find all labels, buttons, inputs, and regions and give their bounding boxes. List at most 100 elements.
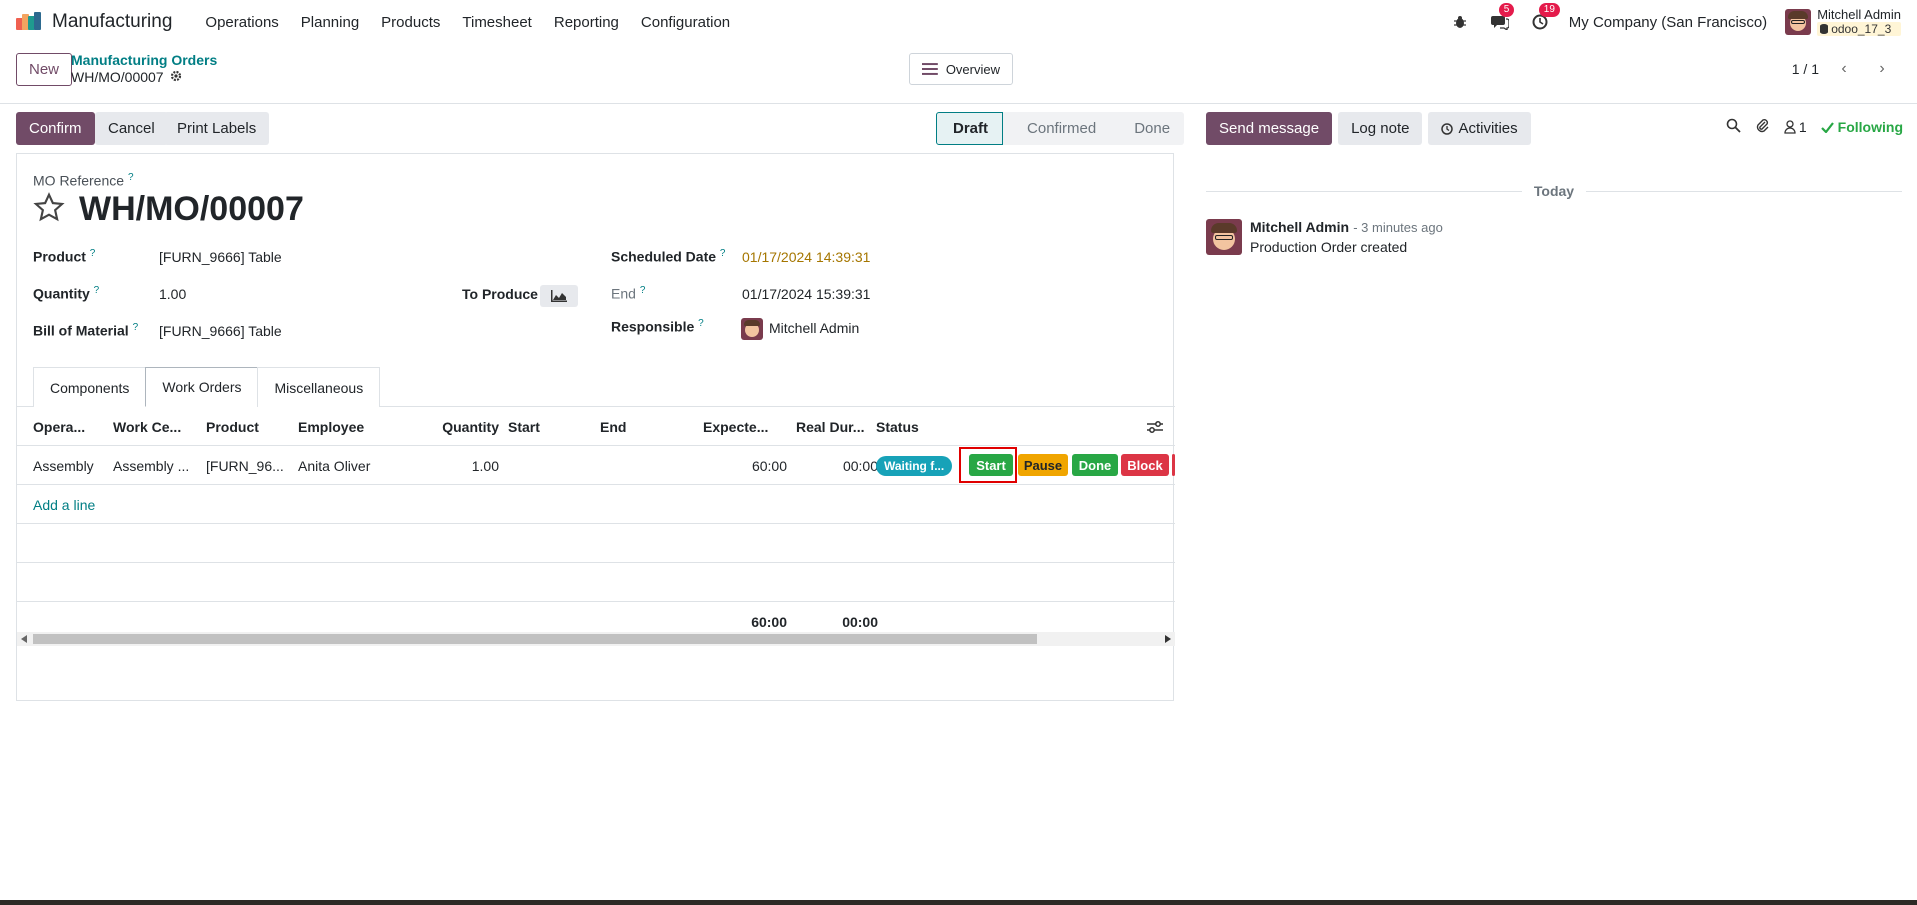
row-quantity: 1.00 (471, 457, 499, 474)
horizontal-scrollbar[interactable] (17, 632, 1175, 646)
menu-products[interactable]: Products (370, 14, 451, 31)
column-status[interactable]: Status (876, 407, 936, 446)
user-icon (1784, 120, 1796, 134)
main-menu: Operations Planning Products Timesheet R… (194, 14, 741, 31)
menu-planning[interactable]: Planning (290, 14, 370, 31)
scheduled-date-label: Scheduled Date ? (611, 248, 726, 265)
attachment-paperclip-icon[interactable] (1755, 118, 1770, 136)
column-end[interactable]: End (600, 407, 680, 446)
row-work-center: Assembly ... (113, 457, 190, 474)
column-real-duration[interactable]: Real Dur... (796, 407, 876, 446)
database-icon (1820, 24, 1829, 34)
send-message-button[interactable]: Send message (1206, 112, 1333, 145)
scroll-right-icon[interactable] (1165, 635, 1171, 643)
followers-button[interactable]: 1 (1784, 119, 1807, 135)
column-expected-duration[interactable]: Expecte... (703, 407, 787, 446)
pause-button[interactable]: Pause (1018, 454, 1068, 476)
bom-field[interactable]: [FURN_9666] Table (159, 323, 282, 339)
pager-previous-icon[interactable]: ‹ (1831, 56, 1857, 82)
menu-configuration[interactable]: Configuration (630, 14, 741, 31)
debug-bug-icon[interactable] (1449, 11, 1471, 33)
new-button[interactable]: New (16, 53, 73, 86)
chatter-tools: 1 Following (1726, 118, 1903, 136)
notebook-tabs: Components Work Orders Miscellaneous (33, 367, 381, 407)
star-icon[interactable] (33, 191, 65, 228)
row-end (600, 446, 680, 485)
activities-button[interactable]: Activities (1428, 112, 1531, 145)
log-note-button[interactable]: Log note (1338, 112, 1423, 145)
tab-miscellaneous[interactable]: Miscellaneous (257, 367, 381, 407)
message-author[interactable]: Mitchell Admin (1250, 219, 1349, 235)
row-start (508, 446, 588, 485)
menu-timesheet[interactable]: Timesheet (451, 14, 542, 31)
row-product: [FURN_96... (206, 457, 284, 474)
empty-row (17, 563, 1175, 602)
message-author-avatar[interactable] (1206, 219, 1242, 255)
status-badge: Waiting f... (876, 455, 953, 476)
gear-icon[interactable] (170, 69, 182, 86)
scrollbar-thumb[interactable] (33, 634, 1037, 644)
stage-draft[interactable]: Draft (936, 112, 1004, 145)
end-label: End ? (611, 285, 646, 302)
activities-label: Activities (1458, 120, 1518, 137)
pager-value[interactable]: 1 / 1 (1792, 61, 1819, 77)
hamburger-icon (922, 63, 938, 75)
chatter-actions: Send message Log note Activities (1206, 112, 1531, 145)
stage-confirmed[interactable]: Confirmed (1003, 112, 1111, 145)
product-field[interactable]: [FURN_9666] Table (159, 249, 282, 265)
empty-row (17, 524, 1175, 563)
stage-done[interactable]: Done (1110, 112, 1185, 145)
column-product[interactable]: Product (206, 407, 286, 446)
column-employee[interactable]: Employee (298, 407, 398, 446)
end-date-field[interactable]: 01/17/2024 15:39:31 (742, 286, 870, 302)
breadcrumb-manufacturing-orders[interactable]: Manufacturing Orders (71, 52, 217, 69)
column-work-center[interactable]: Work Ce... (113, 407, 197, 446)
row-employee: Anita Oliver (298, 457, 371, 474)
column-settings-icon[interactable] (1147, 407, 1167, 446)
following-button[interactable]: Following (1820, 119, 1903, 135)
column-quantity[interactable]: Quantity (417, 407, 499, 446)
date-separator-label: Today (1533, 183, 1575, 199)
menu-operations[interactable]: Operations (194, 14, 289, 31)
user-name: Mitchell Admin (1817, 7, 1901, 22)
print-labels-button[interactable]: Print Labels (164, 112, 270, 145)
responsible-field[interactable]: Mitchell Admin (769, 320, 859, 336)
company-switcher[interactable]: My Company (San Francisco) (1569, 14, 1767, 31)
confirm-button[interactable]: Confirm (16, 112, 95, 145)
quantity-field[interactable]: 1.00 (159, 286, 186, 302)
message-time: - 3 minutes ago (1353, 220, 1443, 235)
responsible-avatar (741, 318, 763, 340)
block-button[interactable]: Block (1121, 454, 1169, 476)
table-header: Opera... Work Ce... Product Employee Qua… (17, 407, 1175, 446)
work-orders-table: Opera... Work Ce... Product Employee Qua… (17, 407, 1175, 641)
add-a-line-link[interactable]: Add a line (33, 497, 95, 513)
menu-reporting[interactable]: Reporting (543, 14, 630, 31)
status-bar: Draft Confirmed Done (936, 112, 1185, 145)
done-button[interactable]: Done (1072, 454, 1118, 476)
tab-components[interactable]: Components (33, 367, 147, 407)
area-chart-icon (551, 290, 567, 302)
search-icon[interactable] (1726, 118, 1741, 136)
date-separator: Today (1206, 183, 1903, 199)
messages-badge: 5 (1498, 3, 1515, 17)
manufacturing-app-icon[interactable] (16, 12, 42, 32)
overflow-button-edge (1172, 454, 1175, 476)
table-row[interactable]: Assembly Assembly ... [FURN_96... Anita … (17, 446, 1175, 485)
forecast-chart-button[interactable] (540, 285, 578, 307)
app-name[interactable]: Manufacturing (52, 11, 172, 33)
scroll-left-icon[interactable] (21, 635, 27, 643)
cancel-button[interactable]: Cancel (95, 112, 168, 145)
user-menu[interactable]: Mitchell Admin odoo_17_3 (1785, 8, 1901, 36)
pager-next-icon[interactable]: › (1869, 56, 1895, 82)
activities-clock-icon[interactable]: 19 (1529, 3, 1560, 33)
product-label: Product ? (33, 248, 96, 265)
column-start[interactable]: Start (508, 407, 588, 446)
overview-button[interactable]: Overview (909, 53, 1013, 85)
bottom-edge (0, 900, 1917, 905)
tab-work-orders[interactable]: Work Orders (145, 367, 259, 407)
messages-chat-icon[interactable]: 5 (1489, 3, 1515, 33)
column-operation[interactable]: Opera... (33, 407, 103, 446)
row-real-duration: 00:00 (842, 457, 878, 474)
scheduled-date-field[interactable]: 01/17/2024 14:39:31 (742, 249, 870, 265)
database-name: odoo_17_3 (1831, 22, 1892, 36)
